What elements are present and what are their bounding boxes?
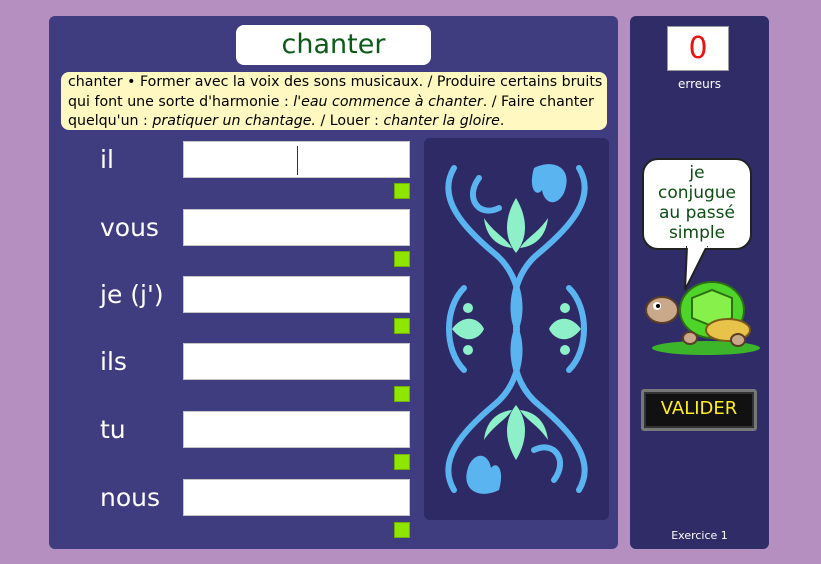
definition-tail: . [499,113,505,129]
answer-input-vous[interactable] [183,209,410,246]
pronoun-label: il [100,145,114,174]
status-square [394,183,410,199]
turtle-icon [645,281,760,355]
definition-example-3: chanter la gloire [383,113,500,129]
pronoun-label: tu [100,415,126,444]
definition-mid-2: / Louer : [320,113,379,129]
bubble-line: simple [668,223,726,243]
definition-example-1: l'eau commence à chanter [293,93,483,110]
definition-box: chanter • Former avec la voix des sons m… [61,72,607,130]
answer-input-ils[interactable] [183,343,410,380]
status-square [394,386,410,402]
ornament-panel [424,138,609,520]
answer-input-je[interactable] [183,276,410,313]
pronoun-label: ils [100,347,127,376]
pronoun-label: je (j') [100,280,164,309]
text-cursor [297,146,298,175]
definition-example-2: pratiquer un chantage. [152,113,316,129]
answer-input-tu[interactable] [183,411,410,448]
error-count: 0 [667,26,729,71]
answer-input-nous[interactable] [183,479,410,516]
status-square [394,454,410,470]
verb-title: chanter [236,25,431,65]
exercise-label: Exercice 1 [671,529,728,542]
pronoun-label: vous [100,213,159,242]
status-square [394,318,410,334]
ornament-icon [445,164,588,494]
bubble-line: au passé [659,203,735,223]
status-square [394,522,410,538]
pronoun-label: nous [100,483,161,512]
bubble-line: conjugue [657,183,737,203]
status-square [394,251,410,267]
speech-bubble: je conjugue au passé simple [642,158,752,250]
error-label: erreurs [678,77,721,91]
validate-button[interactable]: VALIDER [641,389,757,431]
bubble-line: je [689,163,705,183]
